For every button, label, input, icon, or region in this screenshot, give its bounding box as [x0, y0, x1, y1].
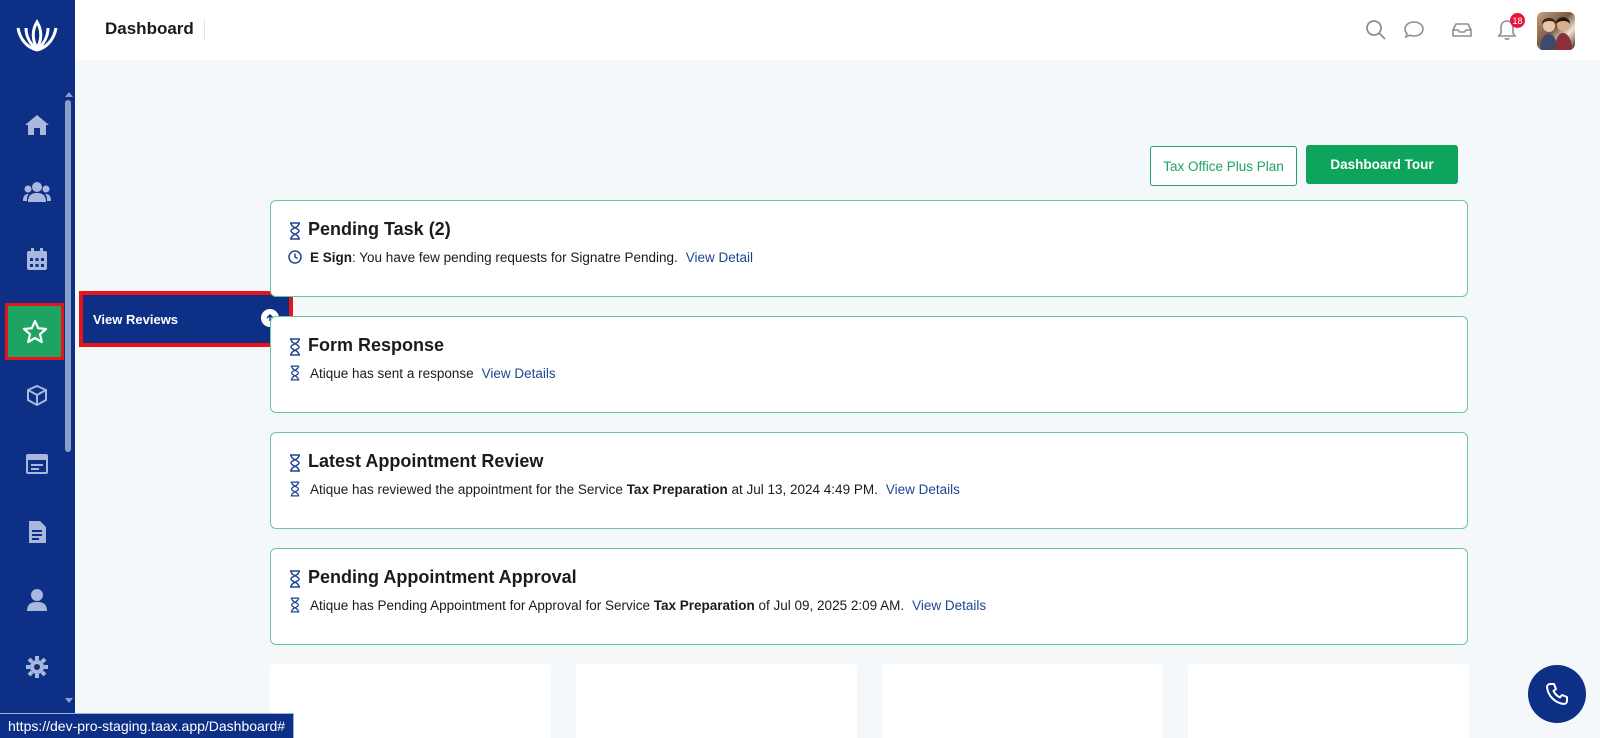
- hourglass-icon: [288, 338, 302, 356]
- stat-card: [270, 664, 551, 738]
- stat-card: [882, 664, 1163, 738]
- calendar-icon[interactable]: [20, 242, 54, 276]
- esign-label: E Sign: [310, 249, 353, 265]
- view-details-link[interactable]: View Details: [912, 598, 986, 613]
- view-reviews-menu-item[interactable]: View Reviews: [79, 291, 293, 347]
- box-icon[interactable]: [20, 379, 54, 413]
- pending-appointment-approval-card: Pending Appointment Approval Atique has …: [270, 548, 1468, 645]
- card-line: E Sign : You have few pending requests f…: [288, 249, 753, 265]
- home-icon[interactable]: [20, 108, 54, 142]
- phone-icon: [1546, 683, 1568, 705]
- card-text-date: of Jul 09, 2025 2:09 AM.: [754, 597, 905, 613]
- card-text: Atique has Pending Appointment for Appro…: [310, 597, 654, 613]
- status-bar-url: https://dev-pro-staging.taax.app/Dashboa…: [0, 713, 295, 738]
- users-icon[interactable]: [20, 175, 54, 209]
- sidebar-scrollbar[interactable]: [65, 100, 71, 452]
- page-title: Dashboard: [105, 19, 205, 41]
- view-details-link[interactable]: View Details: [482, 366, 556, 381]
- stat-card: [1188, 664, 1469, 738]
- card-text: Atique has reviewed the appointment for …: [310, 481, 627, 497]
- hourglass-icon: [288, 222, 302, 240]
- document-icon[interactable]: [20, 515, 54, 549]
- top-bar: Dashboard 18: [75, 0, 1600, 60]
- form-response-card: Form Response Atique has sent a response…: [270, 316, 1468, 413]
- hourglass-icon: [288, 481, 302, 497]
- gear-icon[interactable]: [20, 650, 54, 684]
- hourglass-icon: [288, 365, 302, 381]
- avatar[interactable]: [1537, 12, 1575, 50]
- inbox-icon[interactable]: [1450, 18, 1474, 42]
- latest-appointment-review-card: Latest Appointment Review Atique has rev…: [270, 432, 1468, 529]
- phone-call-button[interactable]: [1528, 665, 1586, 723]
- card-title: Pending Task (2): [308, 219, 451, 239]
- card-line: Atique has sent a response View Details: [288, 365, 556, 381]
- stat-card: [576, 664, 857, 738]
- notification-badge: 18: [1510, 13, 1525, 28]
- service-name: Tax Preparation: [653, 597, 755, 613]
- scroll-down-arrow[interactable]: [65, 698, 73, 703]
- card-title: Pending Appointment Approval: [308, 567, 577, 587]
- tax-office-plan-button[interactable]: Tax Office Plus Plan: [1150, 146, 1297, 186]
- view-detail-link[interactable]: View Detail: [686, 250, 753, 265]
- sidebar: [0, 0, 75, 738]
- hourglass-icon: [288, 570, 302, 588]
- pending-task-card: Pending Task (2) E Sign : You have few p…: [270, 200, 1468, 297]
- hourglass-icon: [288, 597, 302, 613]
- card-text: Atique has sent a response: [310, 365, 474, 381]
- card-text: : You have few pending requests for Sign…: [352, 249, 678, 265]
- view-reviews-label: View Reviews: [93, 311, 179, 327]
- clock-icon: [288, 249, 302, 265]
- sidebar-item-reviews[interactable]: [5, 303, 64, 360]
- calendar-check-icon[interactable]: [20, 447, 54, 481]
- card-line: Atique has reviewed the appointment for …: [288, 481, 960, 497]
- star-icon: [22, 319, 47, 343]
- view-details-link[interactable]: View Details: [886, 482, 960, 497]
- search-icon[interactable]: [1364, 18, 1388, 42]
- user-icon[interactable]: [20, 583, 54, 617]
- card-text-date: at Jul 13, 2024 4:49 PM.: [727, 481, 878, 497]
- service-name: Tax Preparation: [626, 481, 728, 497]
- card-title: Latest Appointment Review: [308, 451, 544, 471]
- hourglass-icon: [288, 454, 302, 472]
- scroll-up-arrow[interactable]: [65, 92, 73, 97]
- dashboard-tour-button[interactable]: Dashboard Tour: [1306, 145, 1458, 184]
- chat-icon[interactable]: [1402, 18, 1426, 42]
- card-line: Atique has Pending Appointment for Appro…: [288, 597, 986, 613]
- card-title: Form Response: [308, 335, 445, 355]
- app-logo[interactable]: [14, 16, 60, 56]
